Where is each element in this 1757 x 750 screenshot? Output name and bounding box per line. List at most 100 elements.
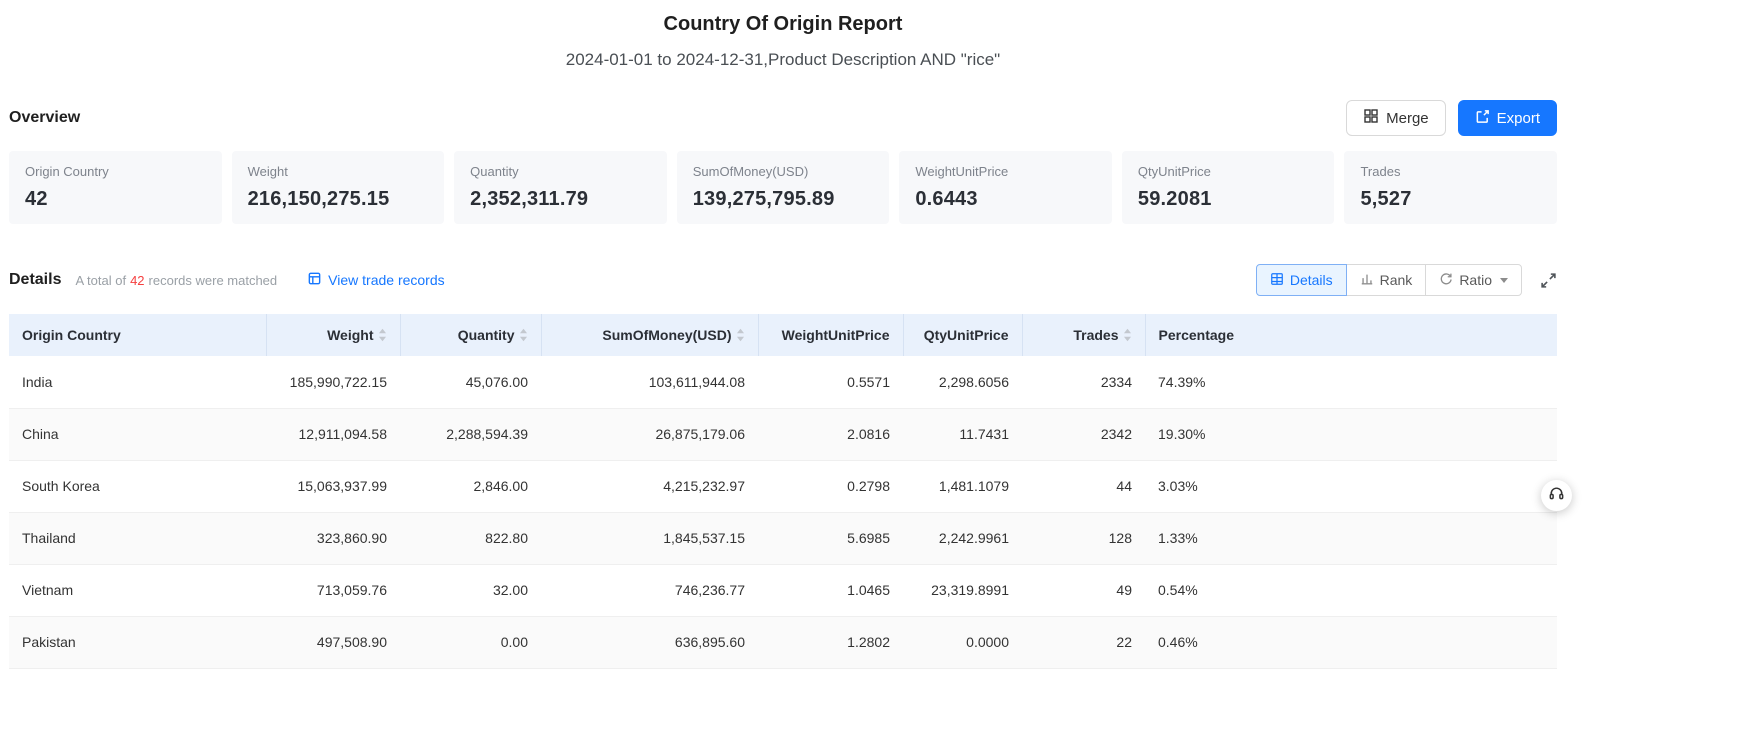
card-value: 59.2081 xyxy=(1137,188,1212,210)
cell-qty-unit-price: 23,319.8991 xyxy=(903,564,1022,617)
cell-sum-of-money: 746,236.77 xyxy=(541,564,758,617)
cell-sum-of-money: 4,215,232.97 xyxy=(541,460,758,513)
report-header: Country Of Origin Report 2024-01-01 to 2… xyxy=(9,0,1557,70)
cell-quantity: 2,846.00 xyxy=(400,460,541,513)
cell-origin-country: Pakistan xyxy=(9,616,266,669)
fullscreen-icon[interactable] xyxy=(1540,272,1557,289)
details-bar: Details A total of 42 records were matched… xyxy=(9,264,1557,296)
card-qty-unit-price: QtyUnitPrice 59.2081 xyxy=(1121,151,1335,224)
card-label: QtyUnitPrice xyxy=(1137,164,1211,179)
summary-cards: Origin Country 42 Weight 216,150,275.15 … xyxy=(9,151,1558,224)
cell-origin-country: Thailand xyxy=(9,512,266,565)
card-weight-unit-price: WeightUnitPrice 0.6443 xyxy=(899,151,1112,224)
cell-quantity: 2,288,594.39 xyxy=(400,408,541,461)
sort-icon[interactable] xyxy=(736,327,745,343)
table-body: India 185,990,722.15 45,076.00 103,611,9… xyxy=(9,356,1557,669)
cell-percentage: 19.30% xyxy=(1145,408,1557,461)
details-toolbar: Details Rank Ratio xyxy=(1255,264,1557,296)
cell-quantity: 0.00 xyxy=(400,616,541,669)
cell-sum-of-money: 1,845,537.15 xyxy=(541,512,758,565)
cell-percentage: 74.39% xyxy=(1145,356,1557,409)
matched-count: 42 xyxy=(130,272,145,288)
card-label: SumOfMoney(USD) xyxy=(692,164,809,179)
cell-qty-unit-price: 11.7431 xyxy=(903,408,1022,461)
export-icon xyxy=(1475,109,1490,128)
cell-qty-unit-price: 1,481.1079 xyxy=(903,460,1022,513)
cell-trades: 44 xyxy=(1022,460,1145,513)
cell-trades: 2334 xyxy=(1022,356,1145,409)
matched-prefix: A total of xyxy=(75,272,127,288)
table-row[interactable]: India 185,990,722.15 45,076.00 103,611,9… xyxy=(9,356,1557,409)
cell-origin-country: Vietnam xyxy=(9,564,266,617)
export-button[interactable]: Export xyxy=(1457,100,1557,136)
export-button-label: Export xyxy=(1496,109,1540,127)
details-table: Origin Country Weight Quantity SumOfMone… xyxy=(9,314,1557,669)
column-header-quantity[interactable]: Quantity xyxy=(400,314,542,356)
tab-rank-label: Rank xyxy=(1379,272,1413,288)
card-value: 0.6443 xyxy=(915,188,978,210)
card-value: 139,275,795.89 xyxy=(692,188,835,210)
sort-icon[interactable] xyxy=(378,327,387,343)
column-header-origin-country: Origin Country xyxy=(9,314,267,356)
view-trade-records-label: View trade records xyxy=(328,272,445,288)
view-switcher: Details Rank Ratio xyxy=(1255,264,1522,296)
merge-button[interactable]: Merge xyxy=(1346,100,1446,136)
cell-percentage: 3.03% xyxy=(1145,460,1557,513)
cell-weight: 323,860.90 xyxy=(266,512,400,565)
cell-percentage: 0.46% xyxy=(1145,616,1557,669)
ratio-icon xyxy=(1439,272,1453,289)
column-header-percentage: Percentage xyxy=(1145,314,1557,356)
cell-quantity: 32.00 xyxy=(400,564,541,617)
column-header-sum-of-money[interactable]: SumOfMoney(USD) xyxy=(541,314,759,356)
tab-rank[interactable]: Rank xyxy=(1345,264,1427,296)
card-label: Quantity xyxy=(470,164,519,179)
cell-quantity: 822.80 xyxy=(400,512,541,565)
cell-origin-country: South Korea xyxy=(9,460,266,513)
cell-weight: 15,063,937.99 xyxy=(266,460,400,513)
card-weight: Weight 216,150,275.15 xyxy=(231,151,445,224)
column-header-weight-unit-price: WeightUnitPrice xyxy=(758,314,904,356)
cell-sum-of-money: 636,895.60 xyxy=(541,616,758,669)
sort-icon[interactable] xyxy=(519,327,528,343)
cell-quantity: 45,076.00 xyxy=(400,356,541,409)
cell-origin-country: India xyxy=(9,356,266,409)
merge-icon xyxy=(1363,108,1379,128)
cell-qty-unit-price: 2,298.6056 xyxy=(903,356,1022,409)
cell-trades: 49 xyxy=(1022,564,1145,617)
overview-actions: Merge Export xyxy=(1346,100,1557,136)
tab-details[interactable]: Details xyxy=(1255,264,1347,296)
help-widget[interactable] xyxy=(1541,480,1572,511)
cell-percentage: 1.33% xyxy=(1145,512,1557,565)
overview-heading: Overview xyxy=(9,109,81,126)
table-row[interactable]: Vietnam 713,059.76 32.00 746,236.77 1.04… xyxy=(9,564,1557,617)
cell-weight: 713,059.76 xyxy=(266,564,400,617)
cell-qty-unit-price: 2,242.9961 xyxy=(903,512,1022,565)
cell-weight: 497,508.90 xyxy=(266,616,400,669)
matched-records-text: A total of 42 records were matched xyxy=(75,273,277,288)
card-label: Trades xyxy=(1360,164,1401,179)
sort-icon[interactable] xyxy=(1123,327,1132,343)
card-label: Weight xyxy=(247,164,288,179)
cell-weight-unit-price: 5.6985 xyxy=(758,512,903,565)
column-header-qty-unit-price: QtyUnitPrice xyxy=(903,314,1023,356)
table-row[interactable]: South Korea 15,063,937.99 2,846.00 4,215… xyxy=(9,460,1557,513)
cell-sum-of-money: 103,611,944.08 xyxy=(541,356,758,409)
cell-weight: 12,911,094.58 xyxy=(266,408,400,461)
cell-weight-unit-price: 0.2798 xyxy=(758,460,903,513)
card-origin-country: Origin Country 42 xyxy=(9,151,222,224)
tab-ratio[interactable]: Ratio xyxy=(1425,264,1522,296)
table-row[interactable]: Thailand 323,860.90 822.80 1,845,537.15 … xyxy=(9,512,1557,565)
column-header-trades[interactable]: Trades xyxy=(1022,314,1146,356)
cell-percentage: 0.54% xyxy=(1145,564,1557,617)
cell-weight: 185,990,722.15 xyxy=(266,356,400,409)
cell-qty-unit-price: 0.0000 xyxy=(903,616,1022,669)
view-trade-records-link[interactable]: View trade records xyxy=(307,271,445,289)
table-row[interactable]: Pakistan 497,508.90 0.00 636,895.60 1.28… xyxy=(9,616,1557,669)
card-value: 5,527 xyxy=(1360,188,1412,210)
page-subtitle: 2024-01-01 to 2024-12-31,Product Descrip… xyxy=(565,50,1001,69)
card-quantity: Quantity 2,352,311.79 xyxy=(454,151,667,224)
column-header-weight[interactable]: Weight xyxy=(266,314,401,356)
card-value: 42 xyxy=(25,188,48,210)
table-row[interactable]: China 12,911,094.58 2,288,594.39 26,875,… xyxy=(9,408,1557,461)
table-header: Origin Country Weight Quantity SumOfMone… xyxy=(9,314,1557,356)
